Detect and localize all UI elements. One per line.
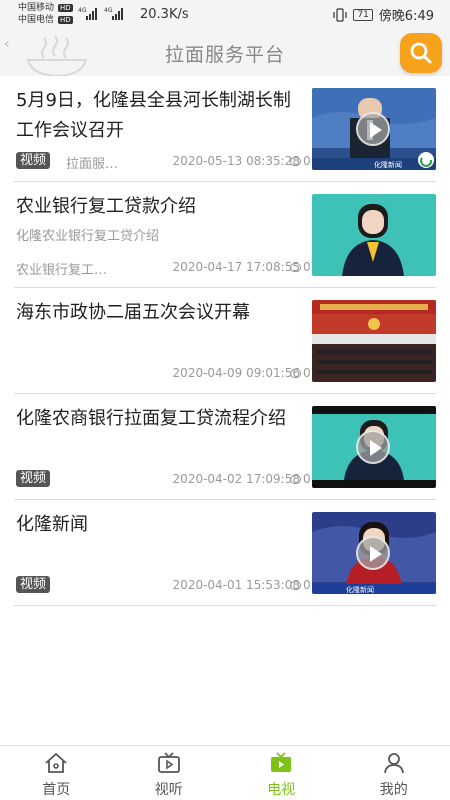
- comment-count-value: 0: [303, 578, 311, 592]
- news-date: 2020-04-09 09:01:56: [172, 366, 300, 380]
- news-item[interactable]: 化隆农商银行拉面复工贷流程介绍 视频 2020-04-02 17:09:58 0: [14, 394, 436, 500]
- search-button[interactable]: [400, 33, 442, 73]
- conference-image: [312, 300, 436, 382]
- video-tag: 视频: [16, 576, 51, 593]
- svg-text:4G: 4G: [104, 7, 113, 14]
- nav-profile-label: 我的: [379, 782, 408, 798]
- user-icon: [383, 753, 404, 774]
- play-icon[interactable]: [356, 430, 390, 464]
- search-icon: [410, 42, 432, 64]
- news-list: 5月9日，化隆县全县河长制湖长制工作会议召开 视频 拉面服… 2020-05-1…: [0, 76, 450, 606]
- news-thumbnail[interactable]: 化隆新闻: [312, 88, 436, 170]
- network-speed: 20.3K/s: [140, 7, 189, 22]
- nav-tv-label: 电视: [267, 782, 296, 798]
- comment-count-value: 0: [303, 472, 311, 486]
- status-bar: 中国移动 HD 中国电信 HD 4G 4G 20.3K/s 71 傍晚6:49: [0, 0, 450, 30]
- video-tag: 视频: [16, 470, 51, 487]
- news-item[interactable]: 海东市政协二届五次会议开幕 2020-04-09 09:01:56 0: [14, 288, 436, 394]
- hd-badge: HD: [58, 16, 73, 24]
- nav-audiovisual-label: 视听: [154, 782, 183, 798]
- comment-icon: [290, 263, 301, 272]
- news-title: 5月9日，化隆县全县河长制湖长制工作会议召开: [16, 90, 291, 141]
- nav-tv[interactable]: 电视: [225, 746, 338, 800]
- vibrate-icon: [333, 7, 347, 22]
- news-title: 化隆农商银行拉面复工贷流程介绍: [16, 408, 286, 429]
- news-thumbnail[interactable]: 化隆新闻: [312, 512, 436, 594]
- presenter-image: [312, 194, 436, 276]
- nav-home[interactable]: 首页: [0, 746, 113, 800]
- news-date: 2020-04-02 17:09:58: [172, 472, 300, 486]
- nav-home-label: 首页: [42, 782, 71, 798]
- nav-audiovisual[interactable]: 视听: [113, 746, 226, 800]
- news-source: 拉面服…: [66, 157, 119, 172]
- play-icon[interactable]: [356, 112, 390, 146]
- comment-icon: [290, 475, 301, 484]
- bottom-nav: 首页 视听 电视 我的: [0, 745, 450, 800]
- comment-count-value: 0: [303, 154, 311, 168]
- news-date: 2020-05-13 08:35:28: [172, 154, 300, 168]
- comment-count-value: 0: [303, 366, 311, 380]
- battery-icon: 71: [353, 8, 373, 21]
- nav-profile[interactable]: 我的: [338, 746, 450, 800]
- hd-badge: HD: [58, 4, 73, 12]
- tv-play-icon: [271, 752, 292, 772]
- news-thumbnail[interactable]: [312, 194, 436, 276]
- page-title: 拉面服务平台: [164, 44, 285, 66]
- comment-icon: [290, 581, 301, 590]
- clock: 傍晚6:49: [378, 9, 434, 24]
- signal-icon: 4G 4G: [78, 7, 123, 20]
- news-subtitle: 化隆农业银行复工贷介绍: [16, 229, 160, 244]
- news-item[interactable]: 化隆新闻 视频 2020-04-01 15:53:08 0 化隆新闻: [14, 500, 436, 606]
- comment-icon: [290, 157, 301, 166]
- play-icon[interactable]: [356, 536, 390, 570]
- news-thumbnail[interactable]: [312, 406, 436, 488]
- news-title: 化隆新闻: [16, 514, 88, 535]
- news-date: 2020-04-17 17:08:55: [172, 260, 300, 274]
- thumb-caption: 化隆新闻: [374, 160, 402, 169]
- news-source: 农业银行复工…: [16, 263, 108, 278]
- carrier-info: 中国移动 HD 中国电信 HD: [18, 2, 73, 26]
- news-thumbnail[interactable]: [312, 300, 436, 382]
- svg-text:4G: 4G: [78, 7, 87, 14]
- video-tag: 视频: [16, 152, 51, 169]
- carrier-2: 中国电信: [18, 15, 55, 25]
- news-item[interactable]: 5月9日，化隆县全县河长制湖长制工作会议召开 视频 拉面服… 2020-05-1…: [14, 76, 436, 182]
- carrier-1: 中国移动: [18, 3, 55, 13]
- news-title: 农业银行复工贷款介绍: [16, 196, 196, 217]
- tv-icon: [157, 752, 180, 773]
- news-title: 海东市政协二届五次会议开幕: [16, 302, 250, 323]
- home-icon: [45, 753, 67, 773]
- comment-icon: [290, 369, 301, 378]
- news-date: 2020-04-01 15:53:08: [172, 578, 300, 592]
- app-header: ‹ 拉面服务平台: [0, 30, 450, 76]
- news-item[interactable]: 农业银行复工贷款介绍 化隆农业银行复工贷介绍 农业银行复工… 2020-04-1…: [14, 182, 436, 288]
- comment-count-value: 0: [303, 260, 311, 274]
- thumb-caption: 化隆新闻: [346, 585, 374, 594]
